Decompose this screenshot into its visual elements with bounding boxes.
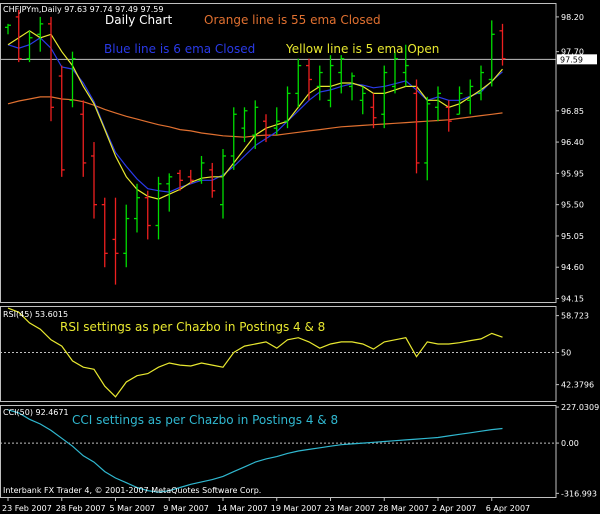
price-axis-label: 98.20 [561,13,584,22]
chart-title: Daily Chart [105,13,172,27]
date-axis-label: 6 Apr 2007 [486,504,530,513]
cci-axis-label: 0.00 [561,439,579,448]
date-axis-label: 14 Mar 2007 [217,504,268,513]
cci-pane-title: CCI settings as per Chazbo in Postings 4… [72,413,338,427]
date-axis-label: 2 Apr 2007 [432,504,476,513]
date-axis-label: 28 Mar 2007 [378,504,429,513]
yellow-ema-note: Yellow line is 5 ema Open [285,42,439,56]
rsi-pane-title: RSI settings as per Chazbo in Postings 4… [60,320,325,334]
date-axis-label: 28 Feb 2007 [56,504,106,513]
cci-indicator-label: CCI(50) 92.4671 [3,408,69,417]
blue-ema-note: Blue line is 6 ema Closed [104,42,255,56]
price-axis-label: 94.15 [561,295,584,304]
rsi-indicator-label: RSI(45) 53.6015 [3,310,68,319]
rsi-axis-label: 50 [561,348,571,357]
price-axis-label: 96.85 [561,107,584,116]
price-axis-label: 96.40 [561,138,584,147]
date-axis-label: 23 Mar 2007 [325,504,376,513]
cci-axis-label: 227.0309 [561,403,599,412]
chart-background [0,0,600,514]
date-axis-label: 23 Feb 2007 [2,504,52,513]
chart-canvas: 98.2097.7096.8596.4095.9595.5095.0594.60… [0,0,600,514]
orange-ema-note: Orange line is 55 ema Closed [204,13,381,27]
date-axis-label: 5 Mar 2007 [110,504,156,513]
rsi-axis-label: 58.723 [561,312,589,321]
price-axis-label: 95.05 [561,232,584,241]
cci-axis-label: -316.993 [561,489,597,498]
price-axis-label: 95.50 [561,201,584,210]
date-axis-label: 9 Mar 2007 [163,504,209,513]
copyright-text: Interbank FX Trader 4, © 2001-2007 MetaQ… [3,486,261,495]
date-axis-label: 19 Mar 2007 [271,504,322,513]
price-axis-label: 94.60 [561,263,584,272]
price-axis-label: 95.95 [561,169,584,178]
rsi-axis-label: 42.3796 [561,381,594,390]
current-price-label: 97.59 [560,55,583,64]
